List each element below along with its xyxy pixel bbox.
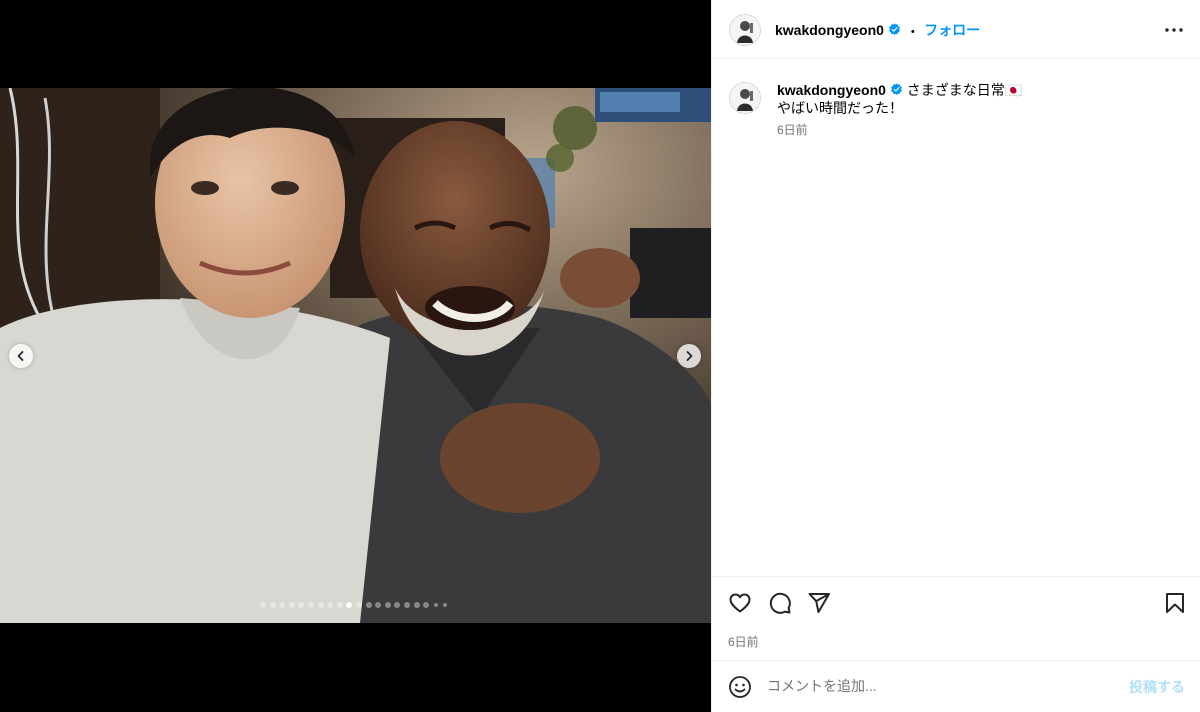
follow-button[interactable]: フォロー — [924, 22, 980, 38]
more-horizontal-icon — [1165, 28, 1183, 32]
carousel-dot — [279, 602, 286, 608]
chevron-right-icon — [686, 351, 693, 361]
caption-line-2: やばい時間だった！ — [777, 100, 903, 116]
carousel-prev-button[interactable] — [9, 344, 33, 368]
caption-line-1: さまざまな日常🇯🇵 — [906, 82, 1023, 98]
caption-username[interactable]: kwakdongyeon0 — [777, 82, 886, 98]
verified-badge-icon — [889, 23, 901, 36]
comment-button[interactable] — [768, 591, 792, 615]
chevron-left-icon — [17, 351, 24, 361]
carousel-dot — [365, 602, 372, 608]
carousel-dot — [308, 602, 314, 608]
avatar[interactable] — [729, 14, 761, 46]
action-bar: 6日前 — [712, 576, 1200, 661]
carousel-dot — [269, 602, 276, 608]
like-button[interactable] — [728, 591, 752, 615]
save-button[interactable] — [1163, 591, 1187, 615]
more-options-button[interactable] — [1162, 20, 1186, 40]
post-timestamp[interactable]: 6日前 — [728, 633, 759, 650]
carousel-dot — [288, 602, 295, 608]
carousel-dot — [433, 603, 438, 607]
post-header: kwakdongyeon0 • フォロー — [712, 0, 1200, 59]
header-username[interactable]: kwakdongyeon0 — [775, 22, 884, 38]
carousel-dot — [336, 602, 343, 608]
carousel-dot — [298, 602, 305, 608]
send-icon — [808, 593, 830, 613]
comment-icon — [769, 592, 791, 614]
share-button[interactable] — [807, 591, 831, 615]
caption-timestamp[interactable]: 6日前 — [777, 121, 1177, 138]
carousel-dot — [327, 602, 334, 608]
carousel-dot — [404, 602, 410, 608]
post-comment-button[interactable]: 投稿する — [1129, 677, 1185, 697]
header-separator: • — [910, 26, 915, 38]
verified-badge-icon — [890, 83, 902, 96]
carousel-dot — [317, 602, 324, 608]
media-viewer — [0, 0, 711, 712]
heart-icon — [729, 593, 751, 613]
carousel-dot — [356, 602, 362, 608]
emoji-icon — [729, 676, 751, 698]
comment-input[interactable] — [767, 675, 1107, 697]
carousel-dot — [260, 602, 266, 608]
avatar-image — [730, 15, 760, 45]
carousel-dot — [443, 603, 448, 607]
carousel-dot — [423, 602, 430, 608]
carousel-dot — [384, 602, 391, 608]
comment-bar: 投稿する — [712, 660, 1200, 712]
carousel-next-button[interactable] — [677, 344, 701, 368]
emoji-button[interactable] — [728, 675, 752, 699]
post-side-panel: kwakdongyeon0 • フォロー kwakdongyeon0 さまざまな… — [711, 0, 1200, 712]
carousel-indicator — [0, 602, 711, 610]
carousel-dot — [394, 602, 401, 608]
avatar-image — [730, 83, 760, 113]
bookmark-icon — [1166, 593, 1184, 613]
carousel-dot — [413, 602, 420, 608]
post-photo[interactable] — [0, 88, 711, 623]
caption-avatar[interactable] — [729, 82, 761, 114]
carousel-dot — [346, 602, 353, 608]
carousel-dot — [375, 602, 382, 608]
